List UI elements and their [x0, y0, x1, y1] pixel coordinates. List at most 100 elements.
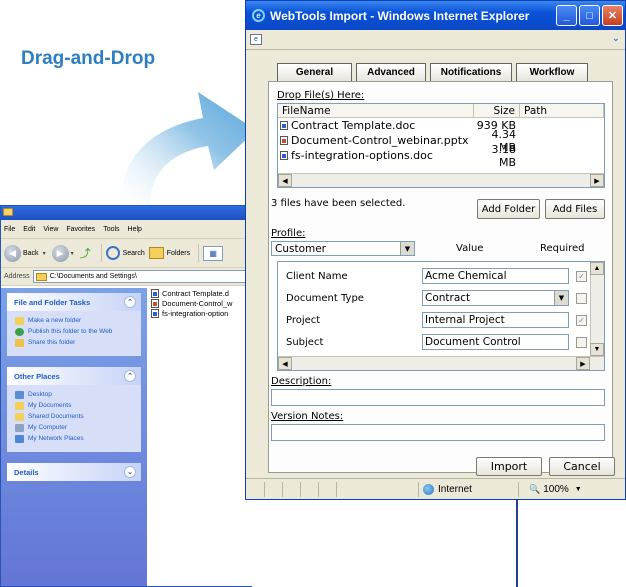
table-row[interactable]: fs-integration-options.doc 3.18 MB [278, 143, 604, 169]
required-checkbox[interactable]: ✓ [576, 315, 587, 326]
menu-favorites[interactable]: Favorites [66, 226, 95, 233]
chevron-down-icon[interactable]: ▼ [575, 486, 582, 493]
task-share-folder[interactable]: Share this folder [15, 339, 136, 347]
task-make-folder[interactable]: Make a new folder [15, 317, 136, 325]
scroll-up-icon[interactable]: ▲ [590, 262, 604, 275]
file-name: Contract Template.doc [291, 119, 416, 132]
views-icon[interactable]: ▦ [203, 245, 224, 261]
forward-arrow-icon[interactable]: ▶ [51, 244, 69, 262]
menu-view[interactable]: View [43, 226, 58, 233]
address-value: C:\Documents and Settings\ [49, 273, 137, 280]
scroll-down-icon[interactable]: ▼ [590, 343, 604, 356]
list-item[interactable]: Document-Control_w [151, 299, 252, 308]
version-notes-input[interactable] [271, 424, 605, 441]
chevron-down-icon[interactable]: ▼ [400, 242, 414, 255]
zone-indicator[interactable]: Internet [418, 481, 518, 497]
zone-label: Internet [438, 483, 472, 495]
menu-help[interactable]: Help [128, 226, 142, 233]
column-size[interactable]: Size [474, 104, 520, 117]
required-checkbox[interactable] [576, 337, 587, 348]
import-button[interactable]: Import [476, 457, 542, 476]
details-header[interactable]: Details ⌄ [7, 463, 141, 481]
address-input[interactable]: C:\Documents and Settings\ [32, 270, 252, 283]
back-arrow-icon[interactable]: ◀ [4, 244, 21, 262]
project-input[interactable]: Internal Project [422, 312, 569, 328]
folder-icon [35, 272, 47, 281]
place-my-documents[interactable]: My Documents [15, 402, 136, 410]
cancel-button[interactable]: Cancel [549, 457, 615, 476]
place-network[interactable]: My Network Places [15, 435, 136, 443]
tab-notifications[interactable]: Notifications [430, 63, 512, 81]
back-button[interactable]: Back [23, 250, 39, 257]
task-label: Share this folder [28, 339, 76, 346]
list-item[interactable]: Contract Template.d [151, 289, 252, 298]
subject-input[interactable]: Document Control [422, 334, 569, 350]
ie-address-row: e ⌄ [246, 30, 625, 50]
explorer-titlebar[interactable] [1, 206, 252, 220]
description-input[interactable] [271, 389, 605, 406]
menu-edit[interactable]: Edit [23, 226, 35, 233]
close-button[interactable]: ✕ [602, 5, 623, 26]
scroll-right-icon[interactable]: ▶ [590, 174, 604, 187]
shared-folder-icon [15, 413, 24, 421]
file-name: Contract Template.d [162, 289, 229, 298]
scroll-left-icon[interactable]: ◀ [278, 174, 292, 187]
tab-workflow[interactable]: Workflow [516, 63, 588, 81]
place-my-computer[interactable]: My Computer [15, 424, 136, 432]
documents-folder-icon [15, 402, 24, 410]
table-row[interactable]: Contract Template.doc 939 KB [278, 118, 604, 133]
chevron-down-icon[interactable]: ▼ [554, 291, 568, 305]
menu-file[interactable]: File [4, 226, 15, 233]
page-icon: e [250, 34, 262, 45]
menu-tools[interactable]: Tools [103, 226, 119, 233]
chevron-down-icon[interactable]: ⌄ [612, 33, 620, 44]
tab-advanced[interactable]: Advanced [356, 63, 426, 81]
ie-titlebar[interactable]: e WebTools Import - Windows Internet Exp… [246, 1, 625, 30]
vertical-scrollbar[interactable]: ▲ ▼ [590, 262, 604, 356]
add-files-button[interactable]: Add Files [545, 199, 605, 219]
up-folder-icon[interactable]: ⤴ [80, 245, 91, 261]
task-label: Publish this folder to the Web [28, 328, 113, 335]
scroll-right-icon[interactable]: ▶ [576, 357, 590, 370]
back-dropdown-icon[interactable]: ▾ [43, 250, 46, 257]
horizontal-scrollbar[interactable]: ◀ ▶ [278, 173, 604, 187]
tab-general[interactable]: General [277, 63, 352, 81]
horizontal-scrollbar[interactable]: ◀ ▶ [278, 356, 604, 370]
task-label: Make a new folder [28, 317, 82, 324]
place-desktop[interactable]: Desktop [15, 391, 136, 399]
other-places-header[interactable]: Other Places ⌃ [7, 367, 141, 385]
task-publish-web[interactable]: Publish this folder to the Web [15, 328, 136, 336]
ie-window: e WebTools Import - Windows Internet Exp… [245, 0, 626, 500]
expand-chevron-icon[interactable]: ⌄ [124, 466, 136, 478]
client-name-input[interactable]: Acme Chemical [422, 268, 569, 284]
collapse-chevron-icon[interactable]: ⌃ [124, 296, 136, 308]
table-row[interactable]: Document-Control_webinar.pptx 4.34 MB [278, 128, 604, 154]
file-list-header: FileName Size Path [278, 104, 604, 118]
search-button[interactable]: Search [123, 250, 145, 257]
forward-dropdown-icon[interactable]: ▾ [71, 250, 74, 257]
file-size: 3.18 MB [491, 142, 517, 169]
folders-button[interactable]: Folders [167, 250, 190, 257]
collapse-chevron-icon[interactable]: ⌃ [124, 370, 136, 382]
profile-select[interactable]: Customer ▼ [271, 241, 415, 256]
place-shared-documents[interactable]: Shared Documents [15, 413, 136, 421]
maximize-button[interactable]: □ [579, 5, 600, 26]
scroll-left-icon[interactable]: ◀ [278, 357, 292, 370]
share-folder-icon [15, 339, 24, 347]
drop-file-list[interactable]: FileName Size Path Contract Template.doc… [277, 103, 605, 188]
folders-icon[interactable] [148, 247, 164, 259]
document-type-select[interactable]: Contract ▼ [422, 290, 569, 306]
field-label: Document Type [286, 293, 364, 304]
search-icon[interactable] [105, 246, 120, 260]
required-checkbox[interactable]: ✓ [576, 271, 587, 282]
minimize-button[interactable]: _ [556, 5, 577, 26]
add-folder-button[interactable]: Add Folder [477, 199, 540, 219]
required-checkbox[interactable] [576, 293, 587, 304]
column-filename[interactable]: FileName [278, 104, 474, 117]
file-folder-tasks-header[interactable]: File and Folder Tasks ⌃ [7, 293, 141, 311]
column-path[interactable]: Path [520, 104, 604, 117]
list-item[interactable]: fs-integration-option [151, 309, 252, 318]
zoom-control[interactable]: 🔍 100% ▼ [518, 481, 598, 497]
explorer-window: File Edit View Favorites Tools Help ◀ Ba… [0, 205, 252, 587]
file-name: fs-integration-options.doc [291, 149, 433, 162]
